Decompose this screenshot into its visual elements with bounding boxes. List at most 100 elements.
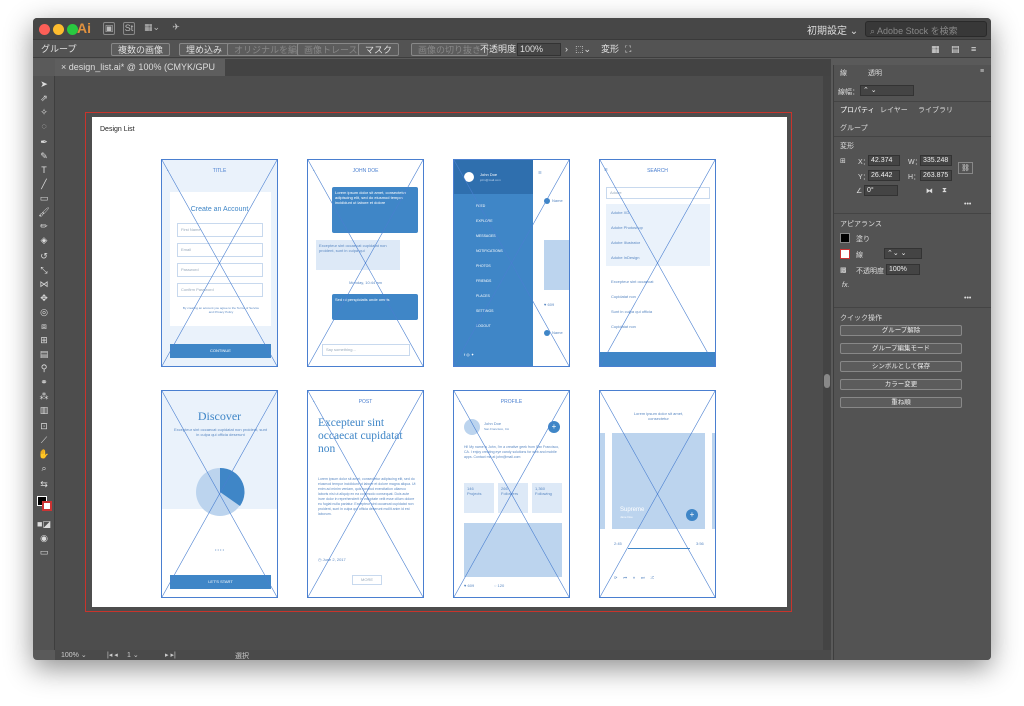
- fill-swatch[interactable]: [840, 233, 850, 243]
- draw-mode-icon[interactable]: ◉: [36, 532, 52, 544]
- rotate-input[interactable]: 0°: [864, 185, 898, 196]
- minimize-window-button[interactable]: [53, 24, 64, 35]
- reference-point-icon[interactable]: ⊞: [840, 157, 846, 165]
- type-tool-icon[interactable]: T: [36, 164, 52, 176]
- recolor-button[interactable]: カラー変更: [840, 379, 962, 390]
- gradient-tool-icon[interactable]: ▤: [36, 348, 52, 360]
- more-options-icon[interactable]: •••: [964, 295, 971, 302]
- shape-builder-tool-icon[interactable]: ◎: [36, 306, 52, 318]
- magic-wand-tool-icon[interactable]: ✧: [36, 106, 52, 118]
- mask-button[interactable]: マスク: [358, 43, 400, 56]
- h-input[interactable]: 263.875: [920, 170, 952, 181]
- eyedropper-tool-icon[interactable]: ⚲: [36, 362, 52, 374]
- embed-button[interactable]: 埋め込み: [179, 43, 230, 56]
- crop-image-button[interactable]: 画像の切り抜き: [411, 43, 489, 56]
- wireframe-profile[interactable]: PROFILE ← John Doe San Francisco, CA + H…: [453, 390, 570, 598]
- w-input[interactable]: 335.248: [920, 155, 952, 166]
- pen-tool-icon[interactable]: ✒: [36, 136, 52, 148]
- screen-mode-icon[interactable]: ▭: [36, 546, 52, 558]
- transform-link[interactable]: 変形: [601, 43, 619, 56]
- image-trace-button[interactable]: 画像トレース: [297, 43, 365, 56]
- slice-tool-icon[interactable]: ⟋: [36, 434, 52, 446]
- artboard-tool-icon[interactable]: ⊡: [36, 420, 52, 432]
- fx-button[interactable]: fx.: [842, 282, 849, 289]
- lasso-tool-icon[interactable]: ◌: [36, 120, 52, 132]
- isolate-icon[interactable]: ⛶: [625, 43, 631, 56]
- scale-tool-icon[interactable]: ⤡: [36, 264, 52, 276]
- zoom-select[interactable]: 100% ⌄: [61, 651, 87, 659]
- flip-horizontal-icon[interactable]: ⧓: [926, 187, 933, 195]
- tab-stroke[interactable]: 線: [840, 68, 847, 78]
- stroke-swatch[interactable]: [42, 501, 52, 511]
- zoom-tool-icon[interactable]: ⌕: [36, 462, 52, 474]
- more-options-icon[interactable]: •••: [964, 201, 971, 208]
- y-input[interactable]: 26.442: [868, 170, 900, 181]
- paintbrush-tool-icon[interactable]: 🖌: [36, 206, 52, 218]
- symbol-sprayer-tool-icon[interactable]: ⁂: [36, 390, 52, 402]
- arrange-documents-icon[interactable]: ▦⌄: [141, 22, 163, 35]
- artboard-nav-prev[interactable]: |◂ ◂: [107, 651, 118, 659]
- wireframe-discover[interactable]: Discover Excepteur sint occaecat cupidat…: [161, 390, 278, 598]
- bridge-icon[interactable]: ▣: [103, 22, 115, 35]
- status-mode[interactable]: 選択: [235, 651, 249, 660]
- multi-image-button[interactable]: 複数の画像: [111, 43, 171, 56]
- tab-properties[interactable]: プロパティ: [840, 105, 875, 115]
- wireframe-create-account[interactable]: TITLE ← Create an Account First Name Ema…: [161, 159, 278, 367]
- tab-libraries[interactable]: ライブラリ: [918, 105, 953, 115]
- color-mode-icon[interactable]: ■◪: [36, 518, 52, 530]
- stroke-weight-input[interactable]: ⌃⌄ ⌄: [884, 248, 922, 259]
- mesh-tool-icon[interactable]: ⊞: [36, 334, 52, 346]
- opacity-input[interactable]: 100%: [886, 264, 920, 275]
- line-tool-icon[interactable]: ╱: [36, 178, 52, 190]
- column-graph-tool-icon[interactable]: ▥: [36, 404, 52, 416]
- artboard-number-select[interactable]: 1 ⌄: [127, 651, 139, 659]
- arrange-order-button[interactable]: 重ね順: [840, 397, 962, 408]
- close-tab-icon[interactable]: ×: [61, 62, 69, 72]
- document-tab[interactable]: × design_list.ai* @ 100% (CMYK/GPU プレビュー…: [55, 59, 225, 89]
- hand-tool-icon[interactable]: ✋: [36, 448, 52, 460]
- rotate-tool-icon[interactable]: ↺: [36, 250, 52, 262]
- x-input[interactable]: 42.374: [868, 155, 900, 166]
- stock-search-input[interactable]: ⌕ Adobe Stock を検索: [865, 21, 987, 37]
- shaper-tool-icon[interactable]: ✏: [36, 220, 52, 232]
- tab-transparency[interactable]: 透明: [868, 68, 882, 78]
- width-tool-icon[interactable]: ⋈: [36, 278, 52, 290]
- eraser-tool-icon[interactable]: ◈: [36, 234, 52, 246]
- stroke-swatch[interactable]: [840, 249, 850, 259]
- panel-menu-icon[interactable]: ≡: [980, 68, 984, 75]
- swap-fill-stroke-icon[interactable]: ⇆: [36, 478, 52, 490]
- wireframe-music-player[interactable]: Lorem ipsum dolor sit amet, consectetur …: [599, 390, 716, 598]
- panel-menu-icon[interactable]: ≡: [971, 43, 976, 56]
- wireframe-post[interactable]: POST ← Excepteur sint occaecat cupidatat…: [307, 390, 424, 598]
- stroke-width-input[interactable]: ⌃ ⌄: [860, 85, 914, 96]
- ungroup-button[interactable]: グループ解除: [840, 325, 962, 336]
- wireframe-chat[interactable]: JOHN DOE ← Lorem ipsum dolor sit amet, c…: [307, 159, 424, 367]
- rectangle-tool-icon[interactable]: ▭: [36, 192, 52, 204]
- opacity-arrow-icon[interactable]: ›: [565, 43, 568, 56]
- tab-layers[interactable]: レイヤー: [880, 105, 908, 115]
- flip-vertical-icon[interactable]: ⧗: [942, 187, 947, 195]
- wireframe-side-menu[interactable]: John Doe john@mail.com FEED EXPLORE MESS…: [453, 159, 570, 367]
- close-window-button[interactable]: [39, 24, 50, 35]
- align-icon[interactable]: ▦: [931, 43, 940, 56]
- selection-tool-icon[interactable]: ➤: [36, 78, 52, 90]
- wireframe-search[interactable]: SEARCH ☰ Adobe Adobe XD Adobe Photoshop …: [599, 159, 716, 367]
- vertical-scrollbar[interactable]: [823, 76, 831, 650]
- arrange-icon[interactable]: ▤: [951, 43, 960, 56]
- puppet-warp-tool-icon[interactable]: ✥: [36, 292, 52, 304]
- stock-icon[interactable]: St: [123, 22, 135, 35]
- save-as-symbol-button[interactable]: シンボルとして保存: [840, 361, 962, 372]
- gpu-performance-icon[interactable]: ✈: [169, 22, 183, 35]
- canvas[interactable]: Design List TITLE ← Create an Account Fi…: [55, 76, 831, 650]
- artboard-nav-next[interactable]: ▸ ▸|: [165, 651, 176, 659]
- workspace-switcher[interactable]: 初期設定 ⌄: [807, 22, 858, 37]
- select-similar-icon[interactable]: ⬚⌄: [575, 43, 591, 56]
- isolate-group-button[interactable]: グループ編集モード: [840, 343, 962, 354]
- opacity-input[interactable]: 100%: [517, 43, 561, 56]
- blend-tool-icon[interactable]: ⚭: [36, 376, 52, 388]
- perspective-grid-tool-icon[interactable]: ⧈: [36, 320, 52, 332]
- direct-selection-tool-icon[interactable]: ⇗: [36, 92, 52, 104]
- curvature-tool-icon[interactable]: ✎: [36, 150, 52, 162]
- scroll-thumb[interactable]: [824, 374, 830, 388]
- constrain-proportions-icon[interactable]: ⛓: [958, 162, 973, 174]
